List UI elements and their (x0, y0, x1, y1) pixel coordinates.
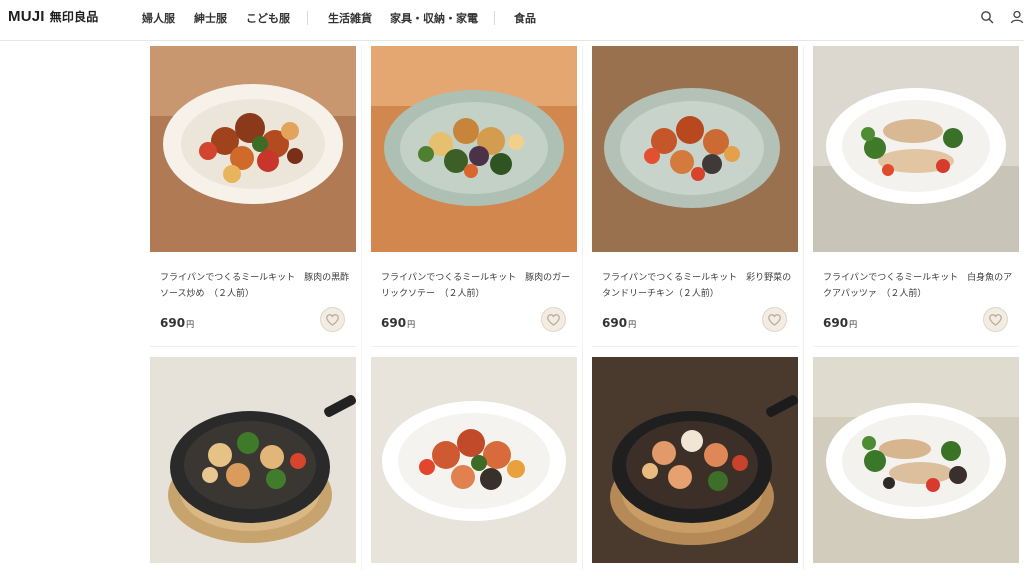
price-value: 690 (160, 316, 186, 330)
product-image[interactable] (813, 357, 1019, 563)
product-card[interactable] (150, 357, 356, 570)
product-card[interactable] (813, 357, 1019, 570)
search-icon[interactable] (980, 10, 994, 24)
product-price: 690円 (160, 316, 194, 330)
nav-separator (307, 11, 308, 25)
nav-item-men[interactable]: 紳士服 (194, 10, 227, 26)
card-divider (813, 346, 1019, 347)
product-card[interactable]: フライパンでつくるミールキット 豚肉のガーリックソテー （２人前） 690円 (371, 46, 577, 348)
nav-item-household[interactable]: 生活雑貨 (328, 10, 372, 26)
product-title[interactable]: フライパンでつくるミールキット 豚肉のガーリックソテー （２人前） (381, 270, 571, 302)
nav-item-food[interactable]: 食品 (514, 10, 536, 26)
product-image[interactable] (592, 357, 798, 563)
grid-gutter (803, 46, 804, 570)
price-currency: 円 (407, 320, 416, 329)
grid-gutter (582, 46, 583, 570)
heart-icon (989, 313, 1002, 326)
product-image[interactable] (371, 46, 577, 252)
product-image[interactable] (150, 357, 356, 563)
product-price: 690円 (823, 316, 857, 330)
product-price: 690円 (381, 316, 415, 330)
price-currency: 円 (849, 320, 858, 329)
price-currency: 円 (186, 320, 195, 329)
card-divider (592, 346, 798, 347)
heart-icon (547, 313, 560, 326)
favorite-button[interactable] (983, 307, 1008, 332)
favorite-button[interactable] (762, 307, 787, 332)
logo-kanji: 無印良品 (49, 10, 99, 24)
product-image[interactable] (813, 46, 1019, 252)
product-title[interactable]: フライパンでつくるミールキット 豚肉の黒酢ソース炒め （２人前） (160, 270, 350, 302)
product-title[interactable]: フライパンでつくるミールキット 白身魚のアクアパッツァ （２人前） (823, 270, 1013, 302)
nav-item-women[interactable]: 婦人服 (142, 10, 175, 26)
card-divider (371, 346, 577, 347)
product-price: 690円 (602, 316, 636, 330)
price-value: 690 (381, 316, 407, 330)
muji-logo[interactable]: MUJI 無印良品 (8, 8, 98, 26)
nav-item-kids[interactable]: こども服 (246, 10, 290, 26)
product-card[interactable]: フライパンでつくるミールキット 白身魚のアクアパッツァ （２人前） 690円 (813, 46, 1019, 348)
price-value: 690 (602, 316, 628, 330)
card-divider (150, 346, 356, 347)
product-title[interactable]: フライパンでつくるミールキット 彩り野菜のタンドリーチキン（２人前） (602, 270, 792, 302)
favorite-button[interactable] (320, 307, 345, 332)
product-image[interactable] (371, 357, 577, 563)
grid-gutter (361, 46, 362, 570)
user-icon[interactable] (1010, 10, 1024, 24)
favorite-button[interactable] (541, 307, 566, 332)
heart-icon (768, 313, 781, 326)
price-currency: 円 (628, 320, 637, 329)
product-image[interactable] (592, 46, 798, 252)
product-card[interactable] (592, 357, 798, 570)
logo-text: MUJI (8, 8, 45, 25)
product-image[interactable] (150, 46, 356, 252)
price-value: 690 (823, 316, 849, 330)
product-card[interactable] (371, 357, 577, 570)
nav-item-furniture[interactable]: 家具・収納・家電 (390, 10, 478, 26)
product-card[interactable]: フライパンでつくるミールキット 豚肉の黒酢ソース炒め （２人前） 690円 (150, 46, 356, 348)
product-card[interactable]: フライパンでつくるミールキット 彩り野菜のタンドリーチキン（２人前） 690円 (592, 46, 798, 348)
nav-separator (494, 11, 495, 25)
site-header: MUJI 無印良品 婦人服 紳士服 こども服 生活雑貨 家具・収納・家電 食品 (0, 0, 1024, 41)
heart-icon (326, 313, 339, 326)
